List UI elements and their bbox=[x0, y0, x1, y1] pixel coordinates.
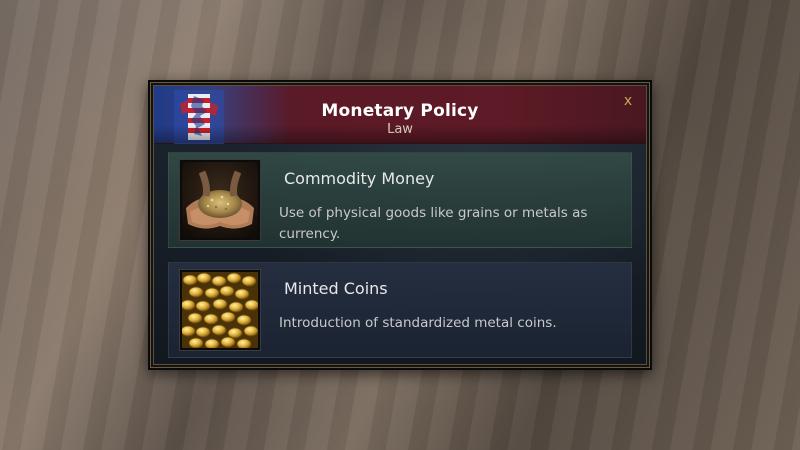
close-icon: x bbox=[623, 93, 633, 109]
law-option-minted-coins[interactable]: Minted Coins Introduction of standardize… bbox=[168, 262, 632, 358]
dialog-header: Monetary Policy Law x bbox=[154, 86, 646, 144]
monetary-policy-dialog: Monetary Policy Law x Commodity Money Us… bbox=[148, 80, 652, 370]
dialog-subtitle: Law bbox=[387, 122, 413, 137]
grain-in-hands-image bbox=[180, 160, 260, 240]
close-button[interactable]: x bbox=[620, 93, 636, 109]
dialog-title: Monetary Policy bbox=[321, 101, 479, 121]
law-description: Introduction of standardized metal coins… bbox=[279, 315, 557, 331]
law-description: Use of physical goods like grains or met… bbox=[279, 205, 588, 242]
law-name: Minted Coins bbox=[284, 279, 388, 298]
law-name: Commodity Money bbox=[284, 169, 435, 188]
law-options-list: Commodity Money Use of physical goods li… bbox=[154, 144, 646, 364]
gold-coins-image bbox=[180, 270, 260, 350]
law-option-commodity-money[interactable]: Commodity Money Use of physical goods li… bbox=[168, 152, 632, 248]
